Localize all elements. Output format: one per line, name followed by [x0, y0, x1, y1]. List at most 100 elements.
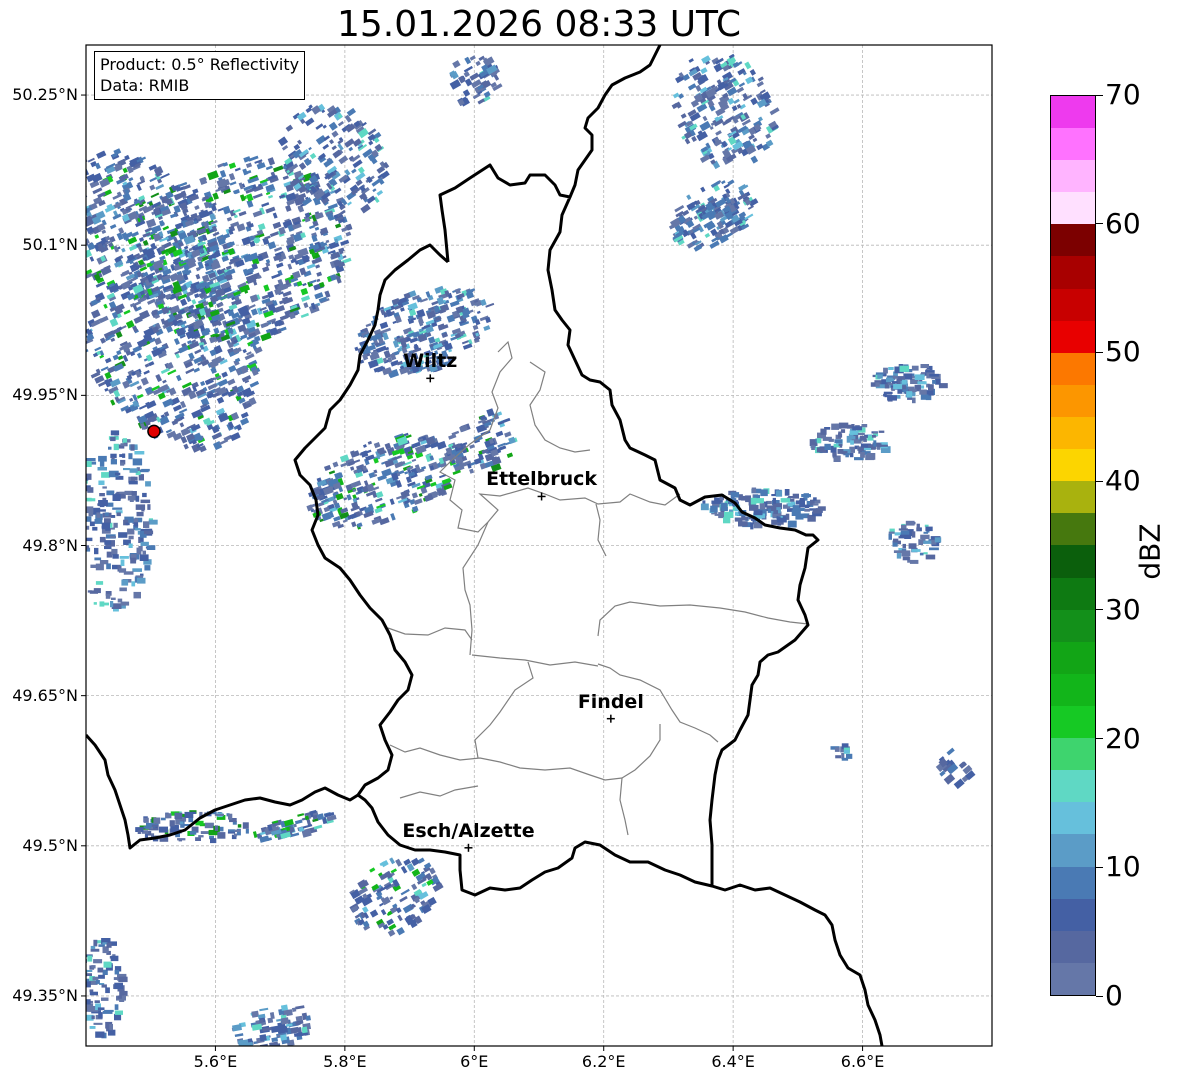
- echo-cell: [174, 812, 183, 819]
- echo-cell: [137, 830, 141, 834]
- lon-tick-label: 5.8°E: [323, 1052, 367, 1071]
- colorbar-segment: [1051, 128, 1095, 161]
- echo-cell: [50, 226, 55, 230]
- echo-cell: [140, 541, 149, 546]
- echo-cell: [123, 571, 134, 575]
- echo-cell: [710, 505, 718, 513]
- echo-cell: [767, 508, 771, 513]
- colorbar-segment: [1051, 577, 1095, 610]
- echo-cell: [114, 1004, 119, 1010]
- colorbar-tick: [1096, 738, 1103, 740]
- echo-cell: [108, 446, 112, 450]
- echo-cell: [844, 749, 850, 754]
- echo-cell: [66, 197, 75, 204]
- echo-cell: [911, 365, 919, 371]
- echo-cell: [896, 553, 902, 559]
- colorbar-tick-label: 0: [1105, 979, 1123, 1012]
- echo-cell: [143, 817, 149, 823]
- echo-cell: [131, 476, 138, 481]
- echo-cell: [832, 452, 837, 457]
- echo-cell: [841, 757, 849, 761]
- echo-cell: [144, 834, 148, 838]
- echo-cell: [110, 436, 116, 442]
- lon-tick-label: 6.2°E: [581, 1052, 626, 1071]
- colorbar-segment: [1051, 513, 1095, 546]
- echo-cell: [799, 505, 807, 508]
- echo-cell: [69, 166, 77, 172]
- echo-cell: [883, 367, 888, 374]
- echo-cell: [280, 1004, 289, 1011]
- echo-cell: [861, 424, 868, 428]
- echo-cell: [899, 534, 910, 537]
- echo-cell: [66, 269, 72, 273]
- echo-cell: [76, 188, 82, 193]
- echo-cell: [775, 490, 783, 497]
- echo-cell: [64, 197, 71, 202]
- echo-cell: [204, 822, 214, 829]
- echo-cell: [117, 995, 122, 999]
- echo-cell: [120, 443, 127, 446]
- colorbar-segment: [1051, 256, 1095, 289]
- echo-cell: [53, 292, 62, 300]
- echo-cell: [69, 287, 77, 294]
- colorbar: [1050, 95, 1096, 996]
- echo-cell: [87, 590, 92, 593]
- echo-cell: [77, 570, 82, 572]
- colorbar-tick-label: 20: [1105, 721, 1141, 755]
- echo-cell: [128, 535, 134, 540]
- echo-cell: [917, 381, 927, 385]
- echo-cell: [92, 526, 98, 531]
- echo-cell: [214, 825, 219, 831]
- echo-cell: [741, 495, 747, 501]
- echo-cell: [923, 540, 932, 544]
- colorbar-segment: [1051, 481, 1095, 514]
- echo-cell: [280, 1034, 288, 1041]
- echo-cell: [53, 189, 61, 197]
- echo-cell: [751, 487, 757, 493]
- echo-cell: [132, 568, 142, 572]
- echo-cell: [214, 813, 224, 816]
- echo-cell: [893, 384, 903, 390]
- echo-cell: [872, 434, 876, 438]
- echo-cell: [179, 821, 184, 825]
- echo-cell: [108, 1029, 116, 1036]
- echo-cell: [711, 500, 722, 504]
- colorbar-segment: [1051, 770, 1095, 803]
- colorbar-tick-label: 30: [1105, 592, 1141, 626]
- lat-tick-label: 49.65°N: [12, 685, 78, 705]
- echo-cell: [920, 364, 929, 369]
- echo-cell: [55, 287, 61, 292]
- colorbar-segment: [1051, 384, 1095, 418]
- echo-cell: [86, 315, 87, 324]
- radar-site-marker: [147, 424, 161, 439]
- lat-tick-label: 50.1°N: [22, 235, 78, 255]
- echo-cell: [925, 554, 936, 560]
- echo-cell: [74, 176, 85, 184]
- echo-cell: [93, 939, 98, 947]
- colorbar-segment: [1051, 449, 1095, 482]
- echo-cell: [227, 831, 236, 834]
- echo-cell: [816, 438, 822, 444]
- echo-cell: [87, 955, 93, 962]
- echo-cell: [89, 1026, 96, 1029]
- echo-cell: [94, 519, 103, 524]
- echo-cell: [119, 587, 127, 592]
- echo-cell: [714, 513, 720, 516]
- echo-cell: [901, 550, 911, 557]
- colorbar-segment: [1051, 962, 1095, 995]
- echo-cell: [78, 309, 83, 314]
- echo-cell: [54, 288, 61, 293]
- echo-cell: [139, 469, 149, 473]
- echo-cell: [86, 571, 87, 579]
- echo-cell: [217, 832, 226, 839]
- echo-cell: [140, 499, 151, 504]
- echo-cell: [888, 367, 894, 370]
- echo-cell: [78, 218, 86, 224]
- lon-tick-label: 6°E: [460, 1052, 489, 1071]
- colorbar-tick-label: 60: [1105, 206, 1141, 240]
- echo-cell: [772, 497, 776, 504]
- echo-cell: [129, 468, 138, 473]
- echo-cell: [70, 186, 79, 194]
- echo-cell: [914, 374, 925, 380]
- echo-cell: [750, 497, 757, 505]
